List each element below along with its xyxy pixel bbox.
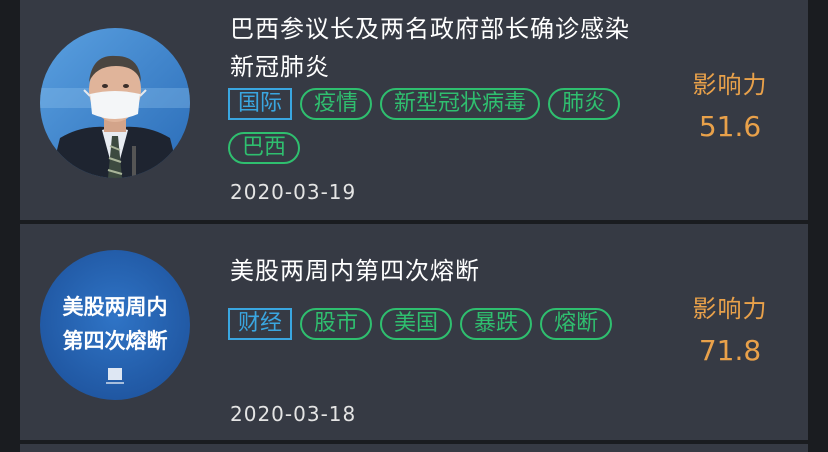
news-card[interactable]: 美股两周内 第四次熔断 美股两周内第四次熔断 财经 股市 美国 暴跌 熔断 20… xyxy=(20,224,808,440)
thumbnail-text-line: 美股两周内 xyxy=(63,294,168,319)
person-with-mask-photo xyxy=(40,28,190,178)
tag-list: 财经 股市 美国 暴跌 熔断 xyxy=(228,308,628,340)
tag-list: 国际 疫情 新型冠状病毒 肺炎 巴西 xyxy=(228,88,628,164)
keyword-tag[interactable]: 暴跌 xyxy=(460,308,533,340)
impact-label: 影响力 xyxy=(692,71,768,99)
news-title[interactable]: 美股两周内第四次熔断 xyxy=(230,252,650,290)
impact-label: 影响力 xyxy=(692,295,768,323)
keyword-tag[interactable]: 疫情 xyxy=(300,88,373,120)
keyword-tag[interactable]: 肺炎 xyxy=(548,88,621,120)
headline-thumbnail-graphic: 美股两周内 第四次熔断 xyxy=(40,250,190,400)
news-thumbnail xyxy=(40,28,190,178)
impact-score: 影响力 71.8 xyxy=(640,292,820,374)
thumbnail-text-line: 第四次熔断 xyxy=(63,328,168,353)
news-list: 巴西参议长及两名政府部长确诊感染新冠肺炎 国际 疫情 新型冠状病毒 肺炎 巴西 … xyxy=(0,0,828,452)
keyword-tag[interactable]: 股市 xyxy=(300,308,373,340)
keyword-tag[interactable]: 新型冠状病毒 xyxy=(380,88,541,120)
keyword-tag[interactable]: 巴西 xyxy=(228,132,301,164)
category-tag[interactable]: 国际 xyxy=(228,88,293,120)
news-date: 2020-03-18 xyxy=(230,402,357,426)
impact-value: 71.8 xyxy=(698,334,762,367)
keyword-tag[interactable]: 熔断 xyxy=(540,308,613,340)
next-card-edge xyxy=(20,444,808,452)
news-thumbnail: 美股两周内 第四次熔断 xyxy=(40,250,190,400)
news-title[interactable]: 巴西参议长及两名政府部长确诊感染新冠肺炎 xyxy=(230,10,650,86)
news-date: 2020-03-19 xyxy=(230,180,357,204)
impact-score: 影响力 51.6 xyxy=(640,68,820,150)
category-tag[interactable]: 财经 xyxy=(228,308,293,340)
keyword-tag[interactable]: 美国 xyxy=(380,308,453,340)
impact-value: 51.6 xyxy=(698,110,762,143)
news-card[interactable]: 巴西参议长及两名政府部长确诊感染新冠肺炎 国际 疫情 新型冠状病毒 肺炎 巴西 … xyxy=(20,0,808,220)
